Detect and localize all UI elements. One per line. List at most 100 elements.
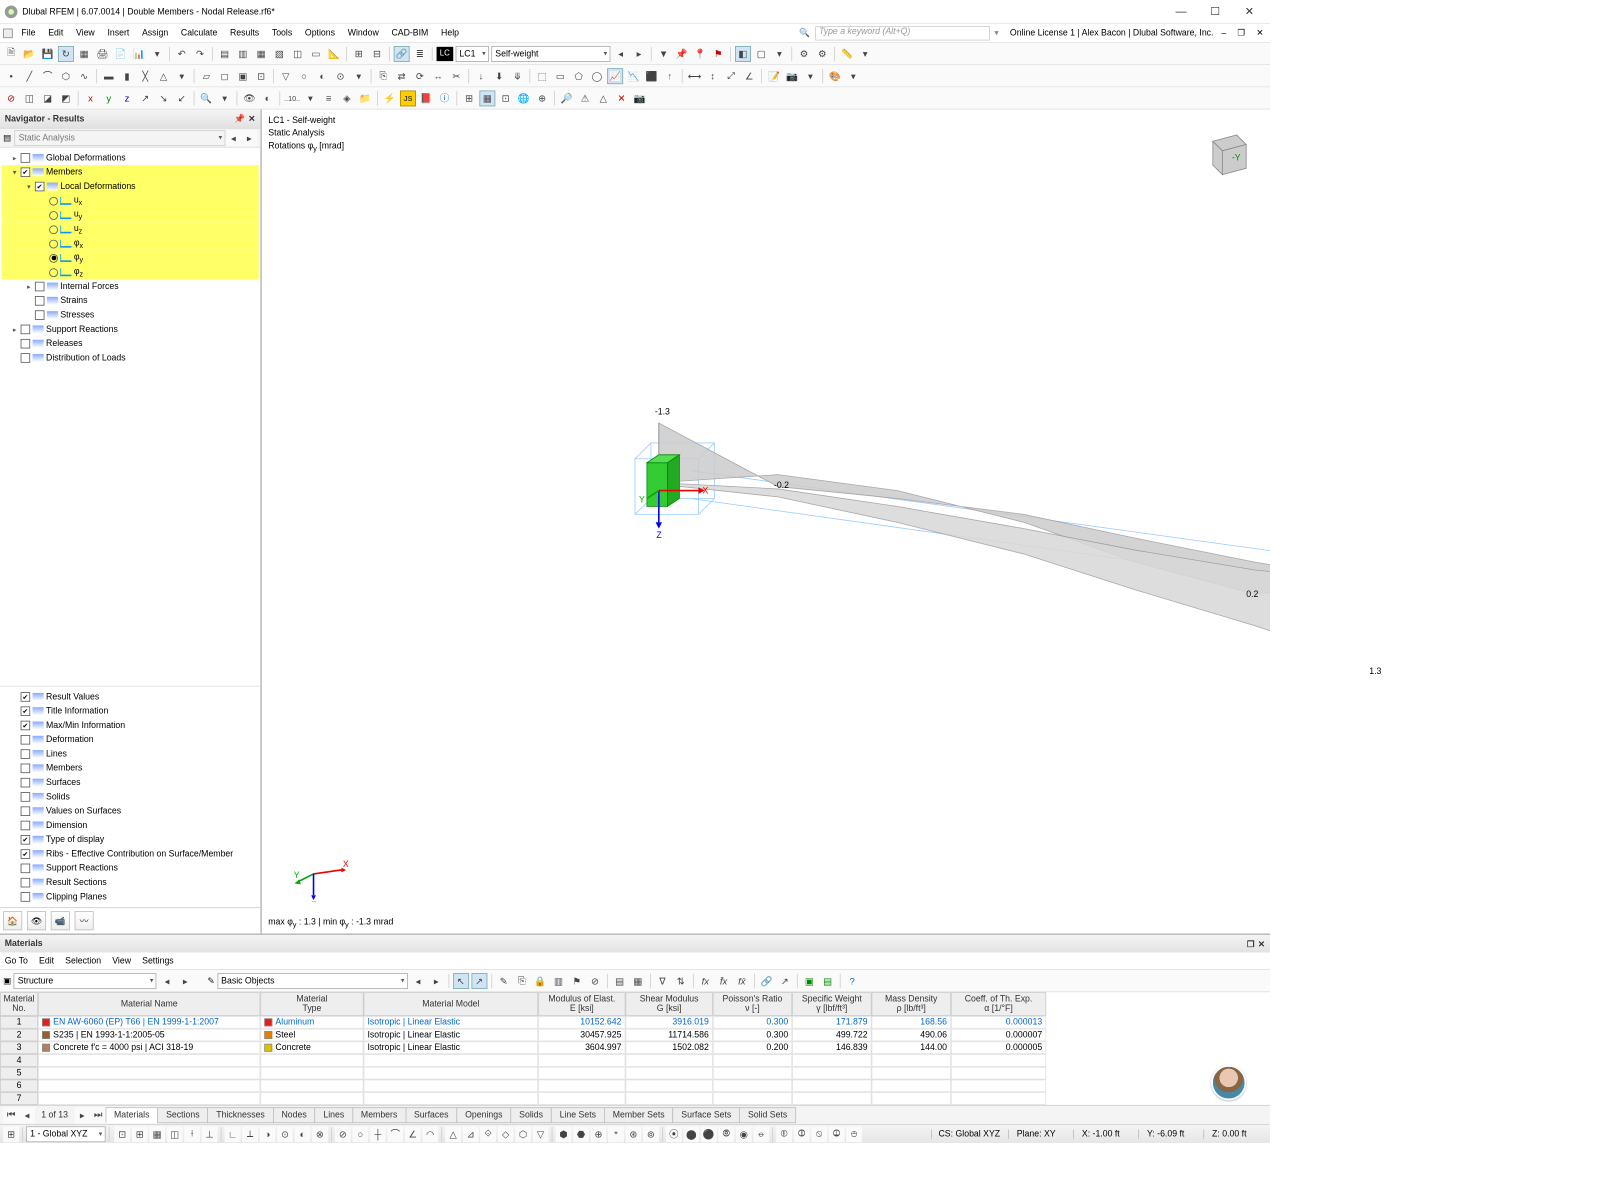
chart-icon[interactable]: 📊	[131, 46, 147, 62]
menu-tools[interactable]: Tools	[265, 26, 298, 40]
cell-empty[interactable]	[951, 1092, 1046, 1105]
more-icon[interactable]: ▾	[149, 46, 165, 62]
lock-icon[interactable]: 🔒	[532, 973, 548, 989]
cell-empty[interactable]	[364, 1092, 539, 1105]
export-icon[interactable]: ↗	[777, 973, 793, 989]
view2-icon[interactable]: ▥	[235, 46, 251, 62]
tree-item[interactable]: ▾Local Deformations	[2, 179, 259, 193]
snap-btn-24[interactable]: ⬢	[556, 1126, 572, 1142]
cell-name[interactable]: Concrete f'c = 4000 psi | ACI 318-19	[38, 1041, 260, 1054]
radio[interactable]	[49, 254, 58, 263]
sel-icon[interactable]: ⬚	[534, 68, 550, 84]
menu-results[interactable]: Results	[224, 26, 266, 40]
cell-a[interactable]: 0.000005	[951, 1041, 1046, 1054]
clip-icon[interactable]: ◐	[260, 90, 276, 106]
tree-item[interactable]: φz	[2, 265, 259, 279]
tree-item[interactable]: φy	[2, 251, 259, 265]
app-menu-icon[interactable]	[3, 28, 13, 38]
cell-g[interactable]: 3916.019	[625, 1016, 712, 1029]
tab-members[interactable]: Members	[352, 1107, 406, 1123]
rect-sel-icon[interactable]: ▭	[552, 68, 568, 84]
segment2-icon[interactable]: ⊟	[369, 46, 385, 62]
fx2-icon[interactable]: f̄x	[716, 973, 732, 989]
axis-z-icon[interactable]: z	[119, 90, 135, 106]
cell-empty[interactable]	[792, 1092, 871, 1105]
dropdown2-icon[interactable]: ▾	[772, 46, 788, 62]
report-icon[interactable]: 📄	[113, 46, 129, 62]
link2-icon[interactable]: 🔗	[759, 973, 775, 989]
cell-empty[interactable]	[625, 1054, 712, 1067]
tab-member sets[interactable]: Member Sets	[604, 1107, 673, 1123]
block-icon[interactable]: ▦	[76, 46, 92, 62]
axis-x-icon[interactable]: x	[83, 90, 99, 106]
tree-item[interactable]: Title Information	[2, 704, 259, 718]
tab-first-icon[interactable]: ⏮	[3, 1107, 19, 1123]
nav-cam-icon[interactable]: 📹	[51, 911, 70, 930]
save-icon[interactable]: 💾	[40, 46, 56, 62]
load3-icon[interactable]: ⤋	[510, 68, 526, 84]
cell-sw[interactable]: 146.839	[792, 1041, 871, 1054]
tree-item[interactable]: Type of display	[2, 833, 259, 847]
calc-icon[interactable]: 📐	[326, 46, 342, 62]
checkbox[interactable]	[21, 692, 31, 702]
mesh1-icon[interactable]: ▦	[479, 90, 495, 106]
folder-icon[interactable]: 📁	[357, 90, 373, 106]
node-icon[interactable]: •	[3, 68, 19, 84]
cell-sw[interactable]: 499.722	[792, 1029, 871, 1042]
snap-btn-32[interactable]: ⚫	[701, 1126, 717, 1142]
radio[interactable]	[49, 196, 58, 205]
arc-icon[interactable]: ⌒	[40, 68, 56, 84]
cell-empty[interactable]	[951, 1054, 1046, 1067]
segment1-icon[interactable]: ⊞	[351, 46, 367, 62]
expand-icon[interactable]: ▸	[11, 325, 18, 334]
checkbox[interactable]	[35, 282, 45, 292]
snap-btn-16[interactable]: ∠	[405, 1126, 421, 1142]
curve-icon[interactable]: ∿	[76, 68, 92, 84]
column-header[interactable]: Shear ModulusG [ksi]	[625, 992, 712, 1016]
snap-btn-35[interactable]: ⦵	[753, 1126, 769, 1142]
ten-icon[interactable]: ..10..	[284, 90, 300, 106]
checkbox[interactable]	[21, 721, 31, 731]
menu-assign[interactable]: Assign	[136, 26, 175, 40]
print-icon[interactable]: 🖨	[94, 46, 110, 62]
cell-model[interactable]: Isotropic | Linear Elastic	[364, 1016, 539, 1029]
tree-item[interactable]: ▾Members	[2, 165, 259, 179]
tree-item[interactable]: Lines	[2, 747, 259, 761]
measure-icon[interactable]: 📏	[839, 46, 855, 62]
checkbox[interactable]	[21, 749, 31, 759]
load2-icon[interactable]: ⬇	[491, 68, 507, 84]
cell-model[interactable]: Isotropic | Linear Elastic	[364, 1029, 539, 1042]
copy-icon[interactable]: ⎘	[375, 68, 391, 84]
cell-type[interactable]: Steel	[260, 1029, 363, 1042]
obj-prev-icon[interactable]: ◂	[410, 973, 426, 989]
extend-icon[interactable]: ↔	[430, 68, 446, 84]
axis1-icon[interactable]: ↗	[137, 90, 153, 106]
cell-empty[interactable]	[364, 1067, 539, 1080]
cell-e[interactable]: 30457.925	[538, 1029, 625, 1042]
tab-line sets[interactable]: Line Sets	[551, 1107, 605, 1123]
pin-red-icon[interactable]: 📌	[674, 46, 690, 62]
info-icon[interactable]: ⓘ	[437, 90, 453, 106]
tree-item[interactable]: ux	[2, 194, 259, 208]
snap-btn-15[interactable]: ⌒	[387, 1126, 403, 1142]
cam-icon[interactable]: 📷	[784, 68, 800, 84]
cell-a[interactable]: 0.000013	[951, 1016, 1046, 1029]
cell-empty[interactable]	[538, 1054, 625, 1067]
copy-row-icon[interactable]: ⎘	[514, 973, 530, 989]
keyword-input[interactable]: Type a keyword (Alt+Q)	[815, 26, 990, 40]
snap-btn-12[interactable]: ⊘	[335, 1126, 351, 1142]
snap-btn-31[interactable]: ⬤	[683, 1126, 699, 1142]
tab-last-icon[interactable]: ⏭	[90, 1107, 106, 1123]
more2-icon[interactable]: ▾	[174, 68, 190, 84]
layer-icon[interactable]: ≡	[321, 90, 337, 106]
materials-menu-go to[interactable]: Go To	[5, 956, 28, 966]
cell-empty[interactable]	[713, 1067, 792, 1080]
checkbox[interactable]	[21, 778, 31, 788]
box3-icon[interactable]: ◩	[58, 90, 74, 106]
snap-btn-0[interactable]: ⊡	[114, 1126, 130, 1142]
camera-icon[interactable]: 📷	[632, 90, 648, 106]
link-icon[interactable]: 🔗	[394, 46, 410, 62]
snap-btn-37[interactable]: ⦷	[794, 1126, 810, 1142]
cell-empty[interactable]	[872, 1080, 951, 1093]
menu-options[interactable]: Options	[299, 26, 342, 40]
